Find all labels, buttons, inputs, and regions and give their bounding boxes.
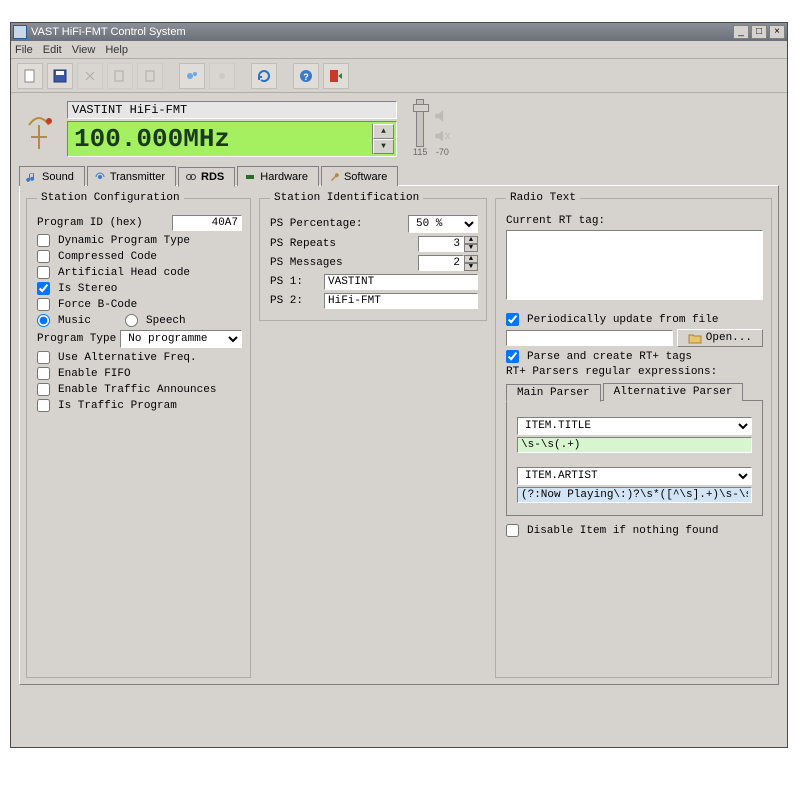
music-radio[interactable]: [37, 314, 50, 327]
enable-fifo-checkbox[interactable]: [37, 367, 50, 380]
speaker-icon: [433, 107, 451, 125]
regex-label: RT+ Parsers regular expressions:: [506, 366, 763, 378]
minimize-button[interactable]: _: [733, 25, 749, 39]
folder-icon: [688, 332, 702, 344]
close-button[interactable]: ×: [769, 25, 785, 39]
is-tp-checkbox[interactable]: [37, 399, 50, 412]
titlebar: VAST HiFi-FMT Control System _ □ ×: [11, 23, 787, 41]
parse-rtplus-checkbox[interactable]: [506, 350, 519, 363]
menu-help[interactable]: Help: [105, 44, 128, 56]
radio-text-group: Radio Text Current RT tag: Periodically …: [495, 192, 772, 678]
station-id-legend: Station Identification: [270, 192, 423, 204]
tab-transmitter[interactable]: Transmitter: [87, 166, 176, 186]
app-icon: [13, 25, 27, 39]
radio-text-column: Radio Text Current RT tag: Periodically …: [495, 192, 772, 678]
volume-block: 115 -70: [413, 101, 451, 157]
save-button[interactable]: [47, 63, 73, 89]
volume-left-value: 115: [413, 147, 427, 157]
force-b-checkbox[interactable]: [37, 298, 50, 311]
client-area: VASTINT HiFi-FMT 100.000MHz ▲ ▼ 115: [11, 93, 787, 693]
compressed-checkbox[interactable]: [37, 250, 50, 263]
tab-alt-parser[interactable]: Alternative Parser: [603, 383, 744, 401]
svg-text:?: ?: [303, 72, 309, 82]
disconnect-button[interactable]: [209, 63, 235, 89]
enable-ta-checkbox[interactable]: [37, 383, 50, 396]
paste-button[interactable]: [137, 63, 163, 89]
open-file-button[interactable]: Open...: [677, 329, 763, 347]
program-type-select[interactable]: No programme: [120, 330, 242, 348]
ps-repeats-spinner[interactable]: ▲▼: [418, 236, 478, 252]
mute-icon: [433, 127, 451, 145]
freq-down-button[interactable]: ▼: [373, 139, 394, 154]
ps1-input[interactable]: [324, 274, 478, 290]
menubar: File Edit View Help: [11, 41, 787, 59]
periodic-update-checkbox[interactable]: [506, 313, 519, 326]
parser-tabs: Main Parser Alternative Parser: [506, 382, 763, 401]
dynamic-pt-checkbox[interactable]: [37, 234, 50, 247]
wrench-icon: [328, 171, 340, 183]
frequency-spinner[interactable]: ▲ ▼: [372, 124, 394, 154]
volume-right-value: -70: [436, 147, 449, 157]
rds-icon: [185, 171, 197, 183]
new-button[interactable]: [17, 63, 43, 89]
cut-button[interactable]: [77, 63, 103, 89]
app-window: VAST HiFi-FMT Control System _ □ × File …: [10, 22, 788, 748]
frequency-row: VASTINT HiFi-FMT 100.000MHz ▲ ▼ 115: [19, 101, 779, 157]
antenna-icon: [19, 105, 59, 153]
music-note-icon: [26, 171, 38, 183]
artificial-head-checkbox[interactable]: [37, 266, 50, 279]
station-config-legend: Station Configuration: [37, 192, 184, 204]
menu-edit[interactable]: Edit: [43, 44, 62, 56]
maximize-button[interactable]: □: [751, 25, 767, 39]
tab-rds[interactable]: RDS: [178, 167, 235, 187]
program-type-label: Program Type: [37, 333, 116, 345]
station-id-group: Station Identification PS Percentage: 50…: [259, 192, 487, 321]
menu-view[interactable]: View: [72, 44, 96, 56]
regex-artist-input[interactable]: [517, 487, 752, 503]
tab-sound[interactable]: Sound: [19, 166, 85, 186]
disable-item-checkbox[interactable]: [506, 524, 519, 537]
window-title: VAST HiFi-FMT Control System: [31, 26, 731, 38]
current-rt-textarea[interactable]: [506, 230, 763, 300]
station-config-group: Station Configuration Program ID (hex) D…: [26, 192, 251, 678]
tab-hardware[interactable]: Hardware: [237, 166, 319, 186]
transmitter-icon: [94, 171, 106, 183]
ps2-input[interactable]: [324, 293, 478, 309]
regex-title-input[interactable]: [517, 437, 752, 453]
connect-button[interactable]: [179, 63, 205, 89]
station-name-display: VASTINT HiFi-FMT: [67, 101, 397, 119]
toolbar: ?: [11, 59, 787, 93]
program-id-label: Program ID (hex): [37, 217, 168, 229]
item-title-select[interactable]: ITEM.TITLE: [517, 417, 752, 435]
ps-percentage-select[interactable]: 50 %: [408, 215, 478, 233]
tab-main-parser[interactable]: Main Parser: [506, 384, 601, 402]
tab-software[interactable]: Software: [321, 166, 398, 186]
rt-file-input[interactable]: [506, 330, 673, 346]
parser-body: ITEM.TITLE ITEM.ARTIST: [506, 401, 763, 516]
frequency-display: 100.000MHz ▲ ▼: [67, 121, 397, 157]
frequency-value: 100.000MHz: [74, 124, 230, 154]
ps-messages-spinner[interactable]: ▲▼: [418, 255, 478, 271]
item-artist-select[interactable]: ITEM.ARTIST: [517, 467, 752, 485]
tab-page-rds: Station Configuration Program ID (hex) D…: [19, 185, 779, 685]
volume-slider-left[interactable]: [416, 99, 424, 147]
chip-icon: [244, 171, 256, 183]
radio-text-legend: Radio Text: [506, 192, 580, 204]
use-alt-freq-checkbox[interactable]: [37, 351, 50, 364]
speech-radio[interactable]: [125, 314, 138, 327]
refresh-button[interactable]: [251, 63, 277, 89]
menu-file[interactable]: File: [15, 44, 33, 56]
exit-button[interactable]: [323, 63, 349, 89]
help-button[interactable]: ?: [293, 63, 319, 89]
tab-strip: Sound Transmitter RDS Hardware Software: [19, 165, 779, 186]
program-id-input[interactable]: [172, 215, 242, 231]
is-stereo-checkbox[interactable]: [37, 282, 50, 295]
copy-button[interactable]: [107, 63, 133, 89]
freq-up-button[interactable]: ▲: [373, 124, 394, 139]
